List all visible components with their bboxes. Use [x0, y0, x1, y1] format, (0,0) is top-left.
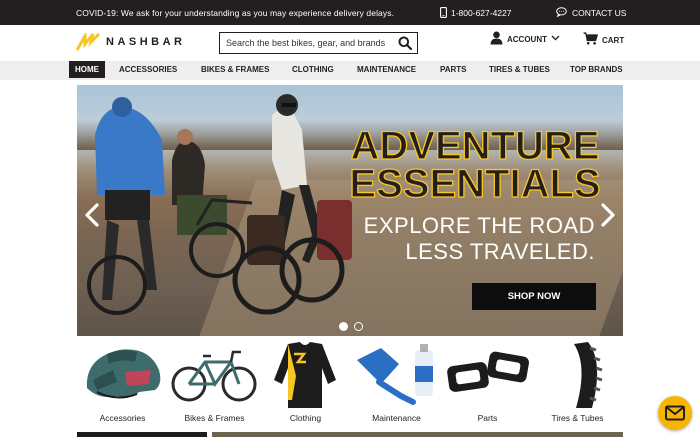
nashbar-logo-icon — [76, 33, 100, 51]
promo-banner-left[interactable] — [77, 432, 207, 437]
chain-cleaner-icon — [357, 344, 433, 405]
category-maintenance[interactable]: Maintenance — [351, 340, 442, 428]
carousel-dot-2[interactable] — [354, 322, 363, 331]
nav-item-maintenance[interactable]: MAINTENANCE — [357, 61, 416, 78]
category-clothing[interactable]: Clothing — [260, 340, 351, 428]
search-icon[interactable] — [398, 36, 412, 50]
hero-subheadline: EXPLORE THE ROAD LESS TRAVELED. — [337, 213, 595, 265]
hero-subheadline-line2: LESS TRAVELED. — [405, 239, 595, 264]
bicycle-icon — [171, 350, 257, 402]
account-label: ACCOUNT — [507, 35, 547, 44]
cart-link[interactable]: CART — [583, 32, 624, 45]
search-box — [219, 32, 418, 54]
helmet-icon — [86, 349, 161, 399]
cart-label: CART — [602, 35, 625, 45]
phone-icon — [440, 6, 447, 18]
hero-carousel[interactable]: ADVENTURE ESSENTIALS EXPLORE THE ROAD LE… — [77, 85, 623, 336]
category-label: Parts — [477, 413, 498, 423]
site-header: NASHBAR ACCOUNT CART — [0, 25, 700, 61]
chevron-down-icon — [551, 35, 560, 41]
jersey-icon — [274, 342, 336, 408]
category-parts[interactable]: Parts — [442, 340, 533, 428]
category-tiles: Accessories Bikes & Frames Clothing Main… — [77, 340, 623, 430]
carousel-dot-1[interactable] — [339, 322, 348, 331]
category-bikes-frames[interactable]: Bikes & Frames — [169, 340, 260, 428]
account-menu[interactable]: ACCOUNT — [490, 31, 560, 45]
hero-headline: ADVENTURE ESSENTIALS — [327, 124, 623, 206]
chat-bubble-icon — [556, 7, 567, 17]
category-label: Maintenance — [372, 413, 421, 423]
hero-headline-line1: ADVENTURE — [350, 124, 600, 168]
search-input[interactable] — [220, 33, 392, 53]
covid-notice: COVID-19: We ask for your understanding … — [76, 8, 395, 18]
main-navigation: HOME ACCESSORIES BIKES & FRAMES CLOTHING… — [0, 61, 700, 80]
category-label: Accessories — [99, 413, 146, 423]
nav-item-bikes-frames[interactable]: BIKES & FRAMES — [201, 61, 269, 78]
contact-us-link[interactable]: CONTACT US — [556, 6, 626, 18]
nav-item-accessories[interactable]: ACCESSORIES — [119, 61, 177, 78]
top-announcement-bar: COVID-19: We ask for your understanding … — [0, 0, 700, 25]
nav-item-parts[interactable]: PARTS — [440, 61, 467, 78]
category-accessories[interactable]: Accessories — [77, 340, 168, 428]
nav-item-tires-tubes[interactable]: TIRES & TUBES — [489, 61, 550, 78]
hero-headline-line2: ESSENTIALS — [349, 162, 601, 206]
category-label: Clothing — [289, 413, 322, 423]
live-chat-button[interactable] — [658, 396, 692, 430]
nav-item-clothing[interactable]: CLOTHING — [292, 61, 334, 78]
shopping-cart-icon — [583, 32, 598, 45]
phone-link[interactable]: 1-800-627-4227 — [440, 6, 512, 18]
category-label: Tires & Tubes — [551, 413, 604, 423]
pedals-icon — [447, 351, 530, 392]
hero-subheadline-line1: EXPLORE THE ROAD — [363, 213, 595, 238]
envelope-icon — [665, 405, 685, 421]
carousel-pagination — [339, 322, 363, 331]
promo-banner-right[interactable] — [212, 432, 623, 437]
tire-icon — [574, 342, 603, 408]
nav-item-home[interactable]: HOME — [69, 61, 105, 78]
logo-wordmark: NASHBAR — [106, 36, 186, 48]
carousel-next-arrow-icon[interactable] — [600, 203, 616, 227]
phone-number: 1-800-627-4227 — [451, 8, 512, 18]
carousel-prev-arrow-icon[interactable] — [84, 203, 100, 227]
user-icon — [490, 31, 503, 45]
contact-us-label: CONTACT US — [572, 8, 627, 18]
nashbar-logo[interactable]: NASHBAR — [76, 33, 186, 51]
category-tires-tubes[interactable]: Tires & Tubes — [532, 340, 623, 428]
shop-now-button[interactable]: SHOP NOW — [472, 283, 596, 310]
nav-item-top-brands[interactable]: TOP BRANDS — [570, 61, 623, 78]
category-label: Bikes & Frames — [184, 413, 245, 423]
